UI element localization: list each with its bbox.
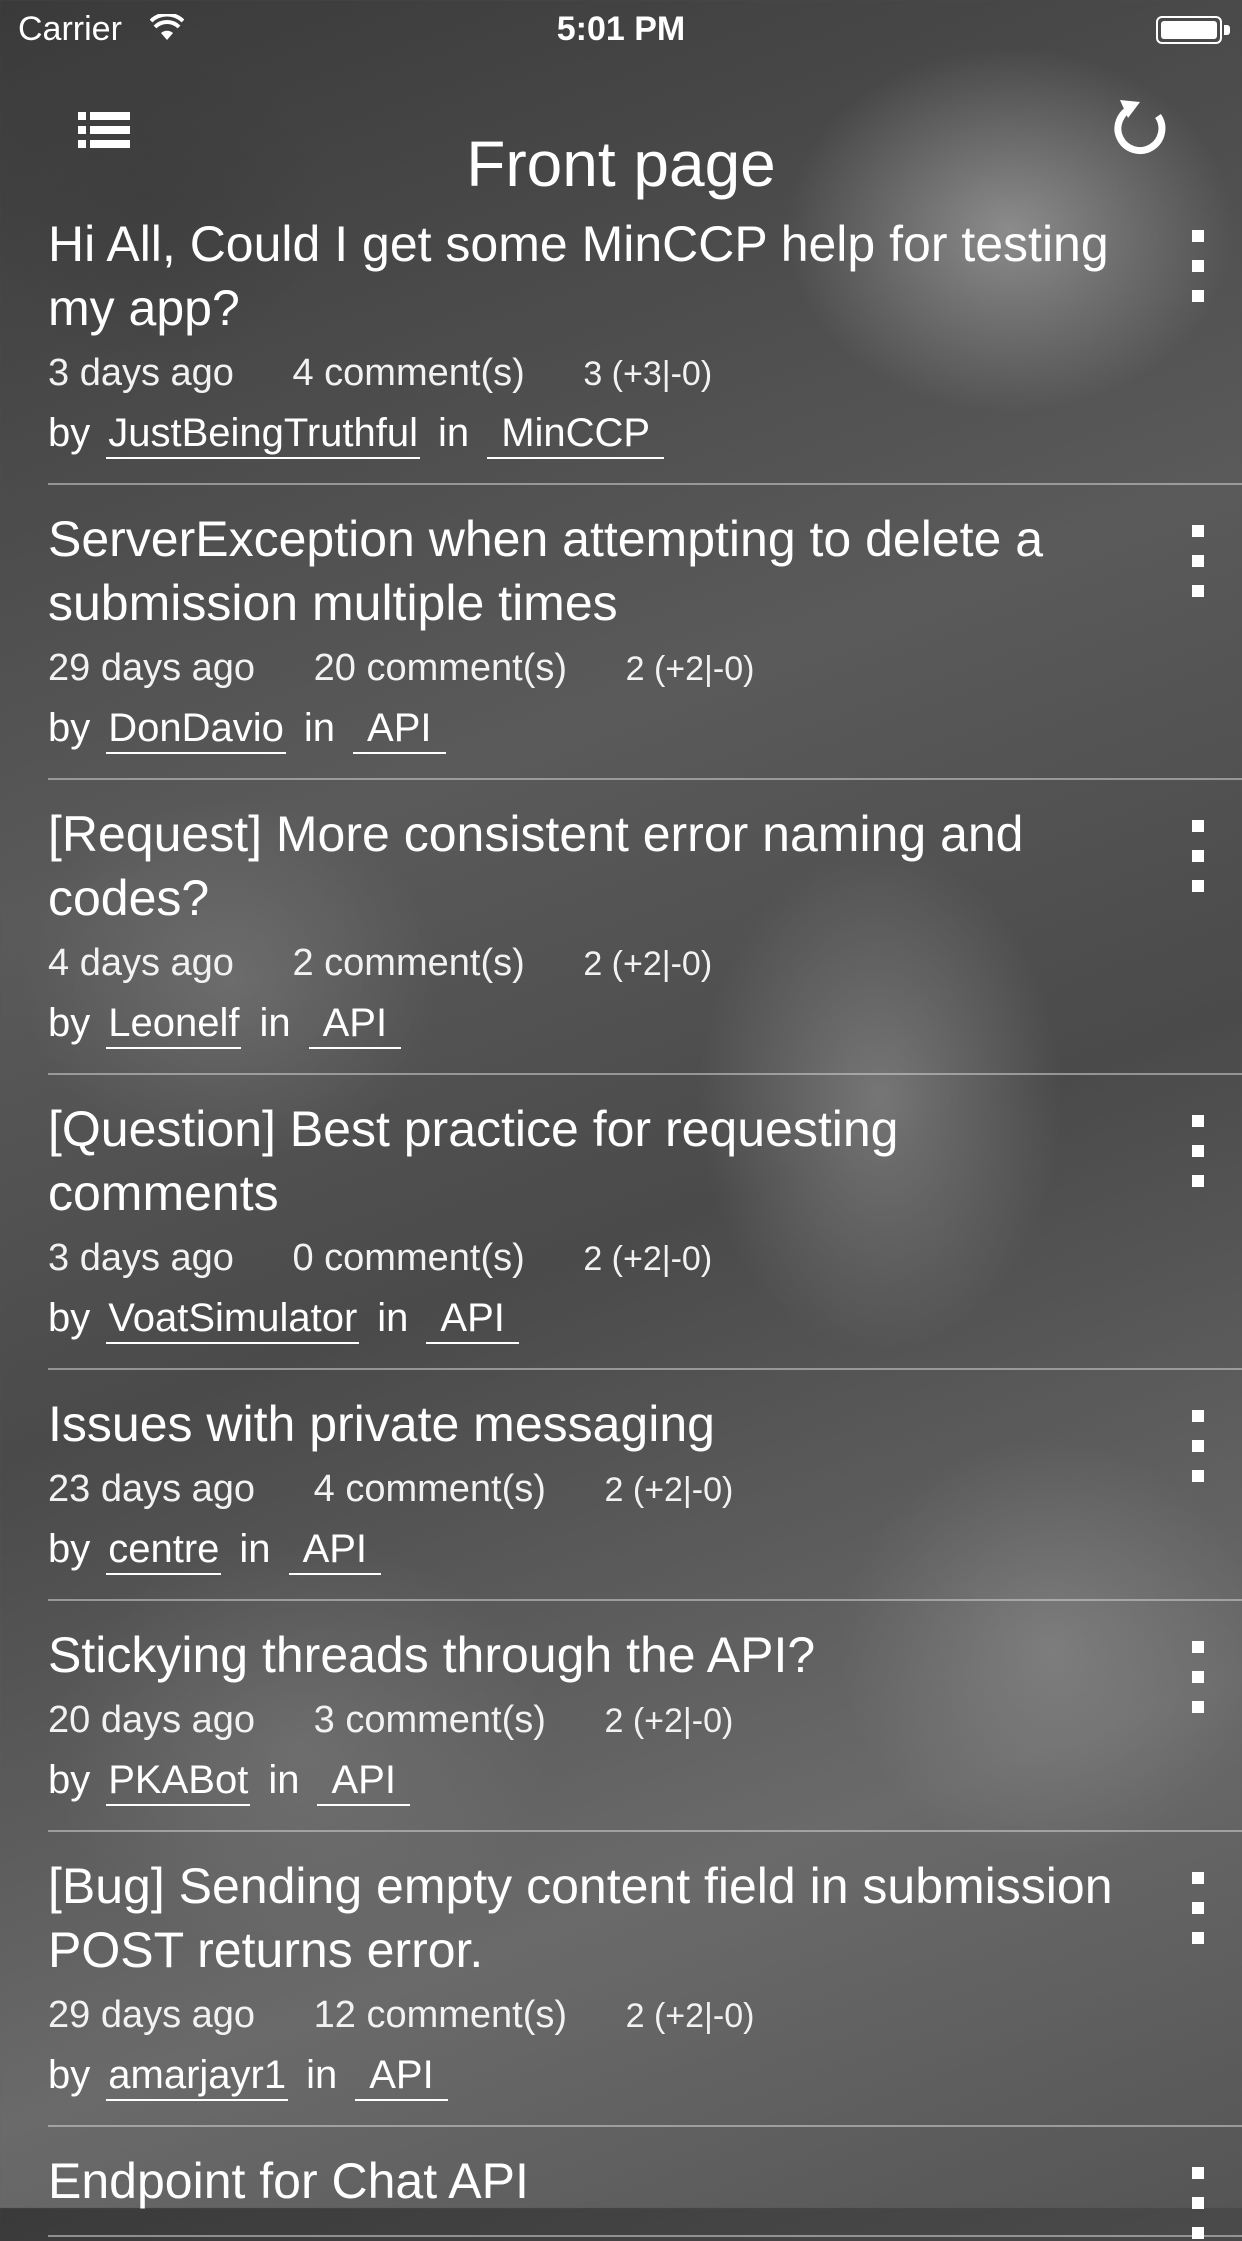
post-row[interactable]: [Question] Best practice for requesting … [48, 1075, 1242, 1370]
refresh-icon[interactable] [1110, 96, 1172, 158]
more-vertical-icon[interactable] [1192, 1115, 1206, 1189]
post-row[interactable]: [Request] More consistent error naming a… [48, 780, 1242, 1075]
in-label: in [259, 1001, 291, 1045]
post-comments: 2 comment(s) [292, 942, 525, 984]
subverse-link[interactable]: API [353, 704, 446, 754]
post-row[interactable]: Endpoint for Chat API [48, 2127, 1242, 2239]
post-score: 2 (+2|-0) [583, 1240, 713, 1278]
post-byline: by Leonelf in API [48, 995, 1242, 1051]
post-score: 3 (+3|-0) [583, 355, 713, 393]
post-comments: 4 comment(s) [292, 352, 525, 394]
post-meta: 3 days ago 0 comment(s) 2 (+2|-0) [48, 1233, 1242, 1284]
by-label: by [48, 411, 91, 455]
post-list: Hi All, Could I get some MinCCP help for… [0, 190, 1242, 2239]
in-label: in [303, 706, 336, 750]
subverse-link[interactable]: API [355, 2051, 448, 2101]
post-comments: 3 comment(s) [313, 1699, 546, 1741]
nav-bar: Front page [0, 60, 1242, 200]
post-age: 3 days ago [48, 352, 234, 394]
post-title[interactable]: Endpoint for Chat API [48, 2149, 1128, 2213]
subverse-link[interactable]: MinCCP [487, 409, 665, 459]
post-row[interactable]: ServerException when attempting to delet… [48, 485, 1242, 780]
in-label: in [239, 1527, 271, 1571]
post-row[interactable]: Issues with private messaging 23 days ag… [48, 1370, 1242, 1601]
post-score: 2 (+2|-0) [625, 650, 755, 688]
author-link[interactable]: PKABot [106, 1756, 251, 1806]
by-label: by [48, 1001, 91, 1045]
post-row[interactable]: [Bug] Sending empty content field in sub… [48, 1832, 1242, 2127]
more-vertical-icon[interactable] [1192, 525, 1206, 599]
post-score: 2 (+2|-0) [625, 1997, 755, 2035]
post-age: 29 days ago [48, 647, 256, 689]
post-title[interactable]: ServerException when attempting to delet… [48, 507, 1128, 635]
post-score: 2 (+2|-0) [604, 1702, 734, 1740]
post-age: 3 days ago [48, 1237, 234, 1279]
post-score: 2 (+2|-0) [604, 1471, 734, 1509]
post-comments: 0 comment(s) [292, 1237, 525, 1279]
status-time: 5:01 PM [556, 10, 686, 48]
author-link[interactable]: centre [106, 1525, 222, 1575]
by-label: by [48, 2053, 91, 2097]
author-link[interactable]: amarjayr1 [106, 2051, 289, 2101]
post-byline: by centre in API [48, 1521, 1242, 1577]
in-label: in [306, 2053, 338, 2097]
battery-cap [1224, 25, 1230, 35]
post-byline: by amarjayr1 in API [48, 2047, 1242, 2103]
post-title[interactable]: Issues with private messaging [48, 1392, 1128, 1456]
more-vertical-icon[interactable] [1192, 1641, 1206, 1715]
in-label: in [438, 411, 470, 455]
in-label: in [377, 1296, 409, 1340]
post-row[interactable]: Stickying threads through the API? 20 da… [48, 1601, 1242, 1832]
subverse-link[interactable]: API [308, 999, 402, 1049]
post-title[interactable]: [Request] More consistent error naming a… [48, 802, 1128, 930]
more-vertical-icon[interactable] [1192, 820, 1206, 894]
in-label: in [268, 1758, 300, 1802]
post-meta: 20 days ago 3 comment(s) 2 (+2|-0) [48, 1695, 1242, 1746]
post-title[interactable]: Stickying threads through the API? [48, 1623, 1128, 1687]
more-vertical-icon[interactable] [1192, 2167, 1206, 2241]
post-comments: 4 comment(s) [313, 1468, 546, 1510]
post-age: 4 days ago [48, 942, 234, 984]
post-meta: 4 days ago 2 comment(s) 2 (+2|-0) [48, 938, 1242, 989]
subverse-link[interactable]: API [317, 1756, 410, 1806]
post-age: 23 days ago [48, 1468, 256, 1510]
by-label: by [48, 1527, 91, 1571]
post-title[interactable]: [Question] Best practice for requesting … [48, 1097, 1128, 1225]
status-bar: Carrier 5:01 PM [0, 0, 1242, 60]
post-meta: 3 days ago 4 comment(s) 3 (+3|-0) [48, 348, 1242, 399]
post-row[interactable]: Hi All, Could I get some MinCCP help for… [48, 190, 1242, 485]
post-byline: by PKABot in API [48, 1752, 1242, 1808]
subverse-link[interactable]: API [426, 1294, 519, 1344]
post-meta: 29 days ago 12 comment(s) 2 (+2|-0) [48, 1990, 1242, 2041]
post-byline: by VoatSimulator in API [48, 1290, 1242, 1346]
author-link[interactable]: DonDavio [106, 704, 286, 754]
post-byline: by JustBeingTruthful in MinCCP [48, 405, 1242, 461]
by-label: by [48, 1758, 91, 1802]
subverse-link[interactable]: API [288, 1525, 382, 1575]
post-byline: by DonDavio in API [48, 700, 1242, 756]
more-vertical-icon[interactable] [1192, 230, 1206, 304]
post-age: 20 days ago [48, 1699, 256, 1741]
author-link[interactable]: Leonelf [106, 999, 242, 1049]
post-score: 2 (+2|-0) [583, 945, 713, 983]
post-comments: 20 comment(s) [313, 647, 568, 689]
more-vertical-icon[interactable] [1192, 1872, 1206, 1946]
post-title[interactable]: [Bug] Sending empty content field in sub… [48, 1854, 1128, 1982]
post-meta: 23 days ago 4 comment(s) 2 (+2|-0) [48, 1464, 1242, 1515]
post-meta: 29 days ago 20 comment(s) 2 (+2|-0) [48, 643, 1242, 694]
battery-icon [1156, 16, 1222, 44]
author-link[interactable]: VoatSimulator [106, 1294, 360, 1344]
more-vertical-icon[interactable] [1192, 1410, 1206, 1484]
post-age: 29 days ago [48, 1994, 256, 2036]
author-link[interactable]: JustBeingTruthful [106, 409, 421, 459]
post-comments: 12 comment(s) [313, 1994, 568, 2036]
post-title[interactable]: Hi All, Could I get some MinCCP help for… [48, 212, 1128, 340]
by-label: by [48, 1296, 91, 1340]
by-label: by [48, 706, 91, 750]
